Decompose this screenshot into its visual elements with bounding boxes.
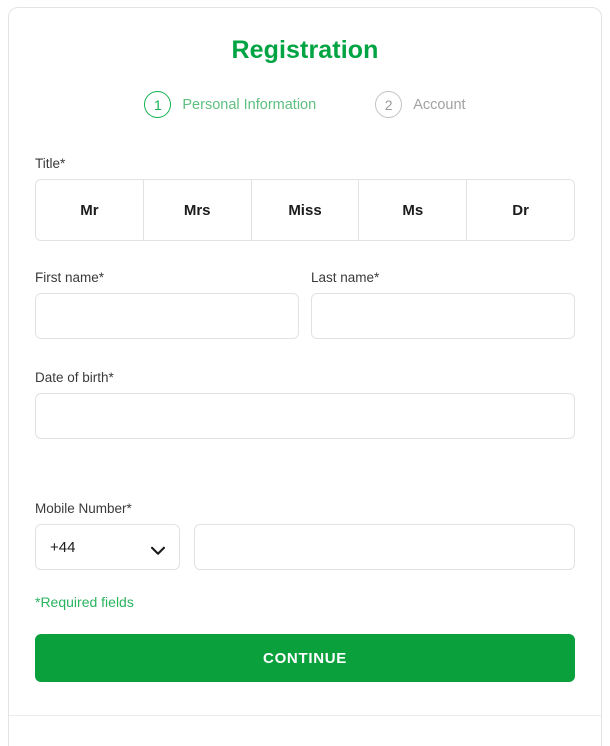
mobile-number-label: Mobile Number* bbox=[35, 501, 132, 516]
page-title: Registration bbox=[231, 36, 379, 64]
title-option-miss[interactable]: Miss bbox=[251, 180, 360, 240]
title-field-label: Title* bbox=[35, 156, 66, 171]
first-name-input[interactable] bbox=[35, 293, 299, 339]
first-name-label: First name* bbox=[35, 270, 105, 285]
name-fields-row: First name* Last name* bbox=[35, 270, 575, 339]
title-field-group: Title* Mr Mrs Miss Ms Dr bbox=[35, 156, 575, 241]
title-option-dr[interactable]: Dr bbox=[467, 180, 574, 240]
country-code-value: +44 bbox=[50, 538, 76, 556]
country-code-select[interactable]: +44 bbox=[35, 524, 180, 570]
bottom-divider bbox=[9, 715, 601, 716]
registration-card: Registration 1 Personal Information 2 Ac… bbox=[8, 7, 602, 746]
title-option-mrs[interactable]: Mrs bbox=[143, 180, 252, 240]
step-2-number: 2 bbox=[375, 91, 403, 118]
step-account[interactable]: 2 Account bbox=[375, 91, 466, 118]
registration-page: Registration 1 Personal Information 2 Ac… bbox=[0, 0, 610, 746]
date-of-birth-label: Date of birth* bbox=[35, 370, 114, 385]
first-name-group: First name* bbox=[35, 270, 299, 339]
title-option-mr[interactable]: Mr bbox=[36, 180, 144, 240]
mobile-number-input-wrap bbox=[194, 524, 575, 570]
last-name-group: Last name* bbox=[311, 270, 575, 339]
required-fields-note: *Required fields bbox=[35, 594, 134, 610]
step-1-number: 1 bbox=[144, 91, 172, 118]
stepper: 1 Personal Information 2 Account bbox=[35, 91, 575, 118]
title-option-group: Mr Mrs Miss Ms Dr bbox=[35, 179, 575, 241]
last-name-input[interactable] bbox=[311, 293, 575, 339]
step-1-label: Personal Information bbox=[182, 96, 317, 113]
step-personal-information[interactable]: 1 Personal Information bbox=[144, 91, 316, 118]
date-of-birth-input[interactable] bbox=[35, 393, 575, 439]
mobile-number-row: +44 bbox=[35, 524, 575, 570]
mobile-number-input[interactable] bbox=[194, 524, 575, 570]
continue-button[interactable]: CONTINUE bbox=[35, 634, 575, 682]
card-content: Registration 1 Personal Information 2 Ac… bbox=[9, 8, 601, 682]
mobile-number-group: Mobile Number* +44 bbox=[35, 501, 575, 570]
last-name-label: Last name* bbox=[311, 270, 380, 285]
date-of-birth-group: Date of birth* bbox=[35, 370, 575, 439]
chevron-down-icon bbox=[150, 543, 166, 555]
title-option-ms[interactable]: Ms bbox=[359, 180, 468, 240]
step-2-label: Account bbox=[413, 96, 466, 113]
